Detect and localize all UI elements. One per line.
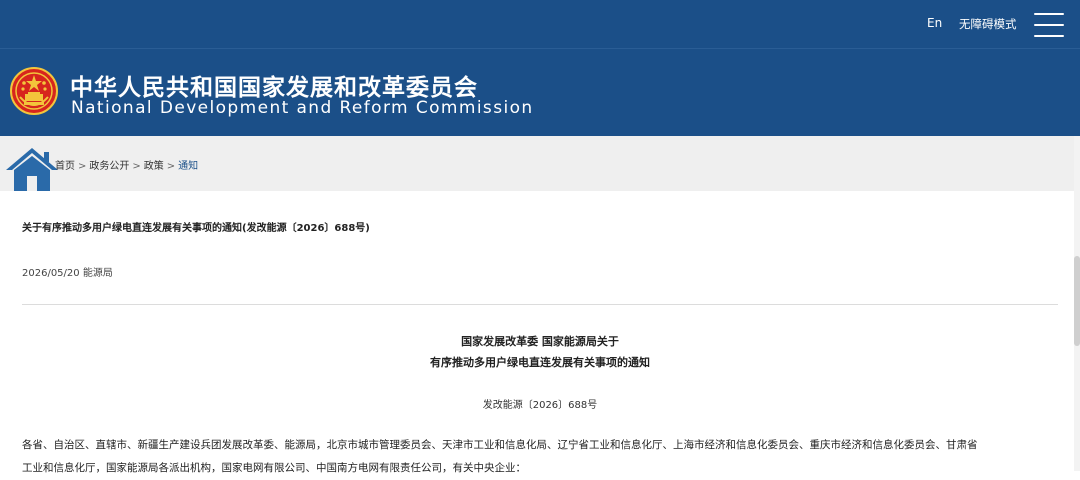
language-switch-link[interactable]: En <box>927 16 942 30</box>
accessibility-mode-link[interactable]: 无障碍模式 <box>959 16 1017 32</box>
breadcrumb-separator: > <box>78 161 87 172</box>
top-bar: En 无障碍模式 <box>0 0 1080 49</box>
breadcrumb-separator: > <box>166 161 176 172</box>
scrollbar-thumb[interactable] <box>1074 256 1080 346</box>
body-paragraph-line: 工业和信息化厅，国家能源局各派出机构，国家电网有限公司、中国南方电网有限责任公司… <box>22 462 526 474</box>
breadcrumb-home[interactable]: 首页 <box>55 161 75 172</box>
divider <box>22 304 1058 305</box>
hamburger-menu-icon[interactable] <box>1034 13 1064 37</box>
article-body: 各省、自治区、直辖市、新疆生产建设兵团发展改革委、能源局，北京市城市管理委员会、… <box>22 434 1058 480</box>
site-title-english[interactable]: National Development and Reform Commissi… <box>71 98 534 118</box>
page-scrollbar[interactable] <box>1074 136 1080 471</box>
document-heading-line-2: 有序推动多用户绿电直连发展有关事项的通知 <box>430 356 650 369</box>
document-heading-line-1: 国家发展改革委 国家能源局关于 <box>461 335 619 348</box>
document-number: 发改能源〔2026〕688号 <box>482 400 598 411</box>
breadcrumb-separator: > <box>132 161 141 172</box>
body-paragraph-line: 各省、自治区、直辖市、新疆生产建设兵团发展改革委、能源局，北京市城市管理委员会、… <box>22 439 978 451</box>
article-title: 关于有序推动多用户绿电直连发展有关事项的通知(发改能源〔2026〕688号) <box>22 223 370 234</box>
site-title-chinese[interactable]: 中华人民共和国国家发展和改革委员会 <box>70 68 478 102</box>
breadcrumb-policy[interactable]: 政策 <box>144 161 164 172</box>
national-emblem-icon <box>10 67 58 115</box>
breadcrumb: 首页 > 政务公开 > 政策 > 通知 <box>55 157 198 172</box>
home-icon[interactable] <box>4 146 60 192</box>
article-date-source: 2026/05/20 能源局 <box>22 268 113 279</box>
breadcrumb-open-government[interactable]: 政务公开 <box>89 161 129 172</box>
breadcrumb-notice[interactable]: 通知 <box>178 161 198 172</box>
